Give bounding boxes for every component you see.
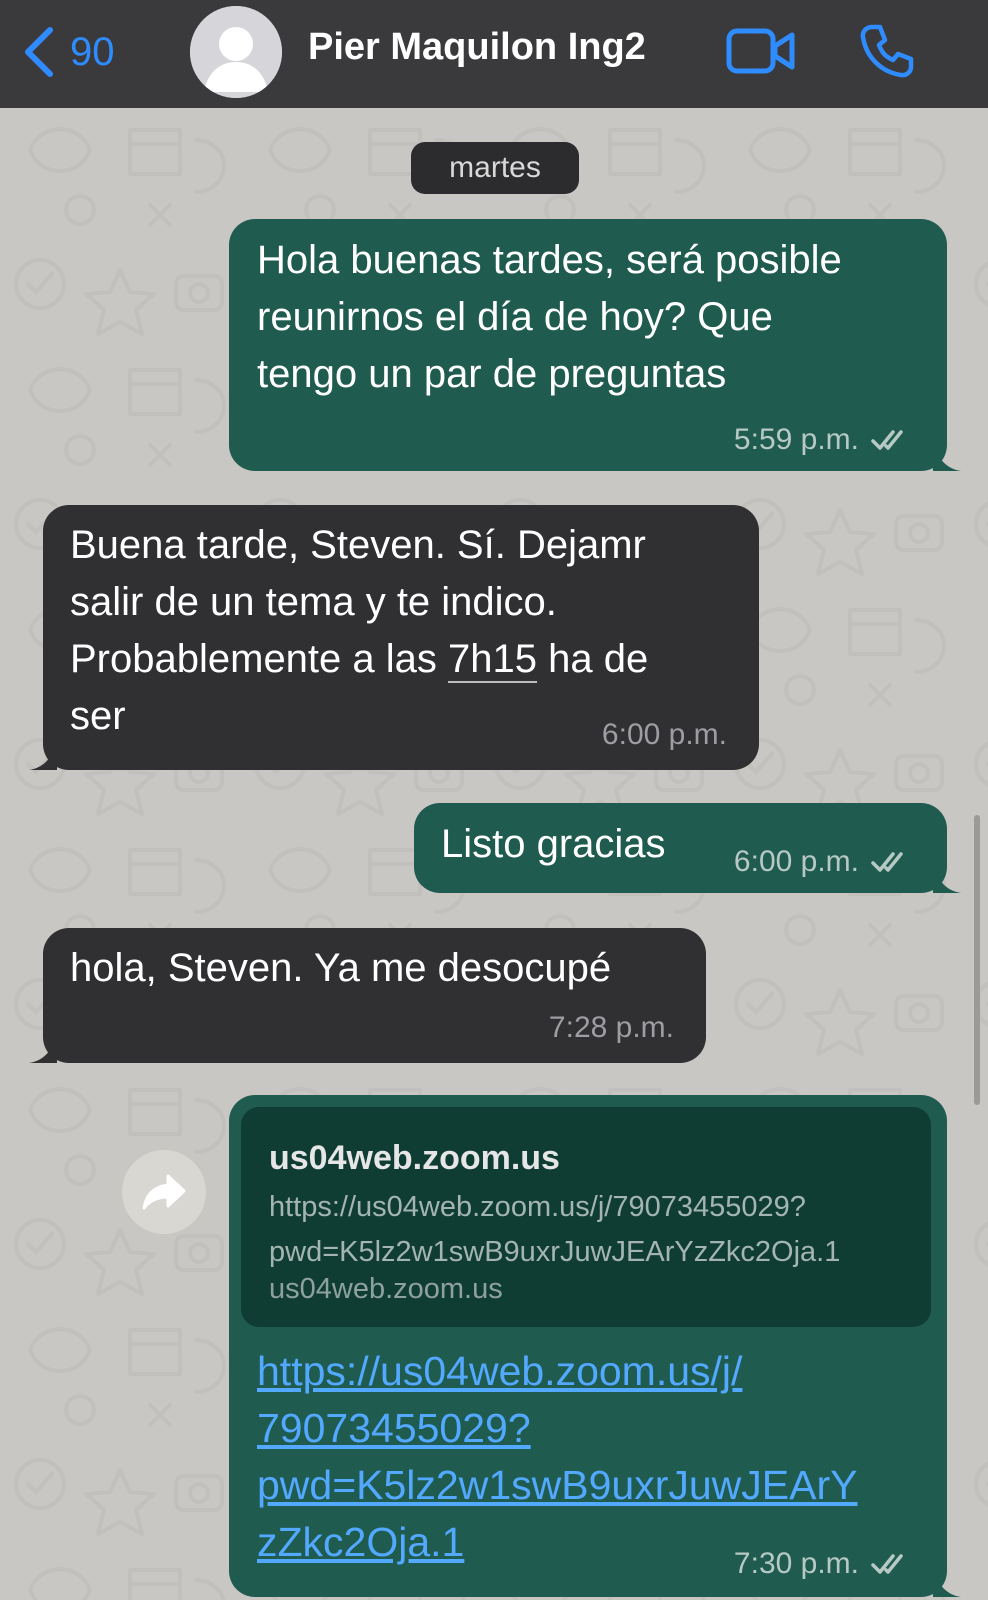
scroll-indicator[interactable] (974, 815, 980, 1105)
message-meta: 7:28 p.m. (549, 1011, 674, 1045)
message-bubble-outgoing[interactable]: Listo gracias 6:00 p.m. (414, 803, 961, 893)
contact-name[interactable]: Pier Maquilon Ing2 (308, 26, 646, 69)
message-bubble-incoming[interactable]: hola, Steven. Ya me desocupé 7:28 p.m. (29, 928, 706, 1063)
bubble-tail (29, 1033, 57, 1063)
message-meta: 7:30 p.m. (734, 1547, 911, 1581)
unread-count: 90 (70, 29, 115, 74)
message-meta: 5:59 p.m. (734, 423, 911, 457)
message-link[interactable]: https://us04web.zoom.us/j/ 79073455029? … (257, 1343, 857, 1571)
detected-time-link[interactable]: 7h15 (448, 637, 537, 683)
link-preview-title: us04web.zoom.us (269, 1139, 560, 1177)
chat-header: 90 Pier Maquilon Ing2 (0, 0, 988, 108)
message-time: 7:28 p.m. (548, 1011, 674, 1044)
chevron-left-icon (22, 26, 56, 78)
bubble-tail (933, 863, 961, 893)
forward-button[interactable] (122, 1150, 206, 1234)
voice-call-button[interactable] (858, 22, 916, 85)
back-button[interactable]: 90 (22, 22, 115, 82)
bubble-tail (933, 441, 961, 471)
forward-arrow-icon (122, 1150, 206, 1234)
bubble-tail (933, 1567, 961, 1597)
double-check-icon (859, 850, 911, 874)
phone-icon (858, 24, 916, 84)
message-time: 6:00 p.m. (733, 845, 859, 878)
double-check-icon (859, 1552, 911, 1576)
double-check-icon (859, 428, 911, 452)
bubble-tail (29, 740, 57, 770)
message-meta: 6:00 p.m. (602, 718, 727, 752)
link-preview-url: https://us04web.zoom.us/j/79073455029? p… (269, 1191, 841, 1268)
message-time: 7:30 p.m. (733, 1547, 859, 1580)
message-text: hola, Steven. Ya me desocupé (70, 946, 612, 990)
message-text: Buena tarde, Steven. Sí. Dejamr salir de… (70, 523, 649, 738)
video-call-button[interactable] (726, 26, 796, 81)
message-meta: 6:00 p.m. (734, 845, 911, 879)
message-text: Hola buenas tardes, será posible reunirn… (257, 238, 842, 396)
message-bubble-outgoing[interactable]: Hola buenas tardes, será posible reunirn… (229, 219, 961, 471)
message-time: 5:59 p.m. (733, 423, 859, 456)
avatar[interactable] (190, 6, 282, 98)
message-bubble-incoming[interactable]: Buena tarde, Steven. Sí. Dejamr salir de… (29, 505, 759, 770)
message-time: 6:00 p.m. (601, 718, 727, 751)
link-preview-domain: us04web.zoom.us (269, 1273, 503, 1305)
link-preview[interactable]: us04web.zoom.us https://us04web.zoom.us/… (241, 1107, 931, 1327)
message-bubble-outgoing[interactable]: us04web.zoom.us https://us04web.zoom.us/… (229, 1095, 961, 1597)
date-separator: martes (411, 142, 579, 194)
message-text: Listo gracias (441, 822, 666, 866)
video-camera-icon (726, 28, 796, 80)
